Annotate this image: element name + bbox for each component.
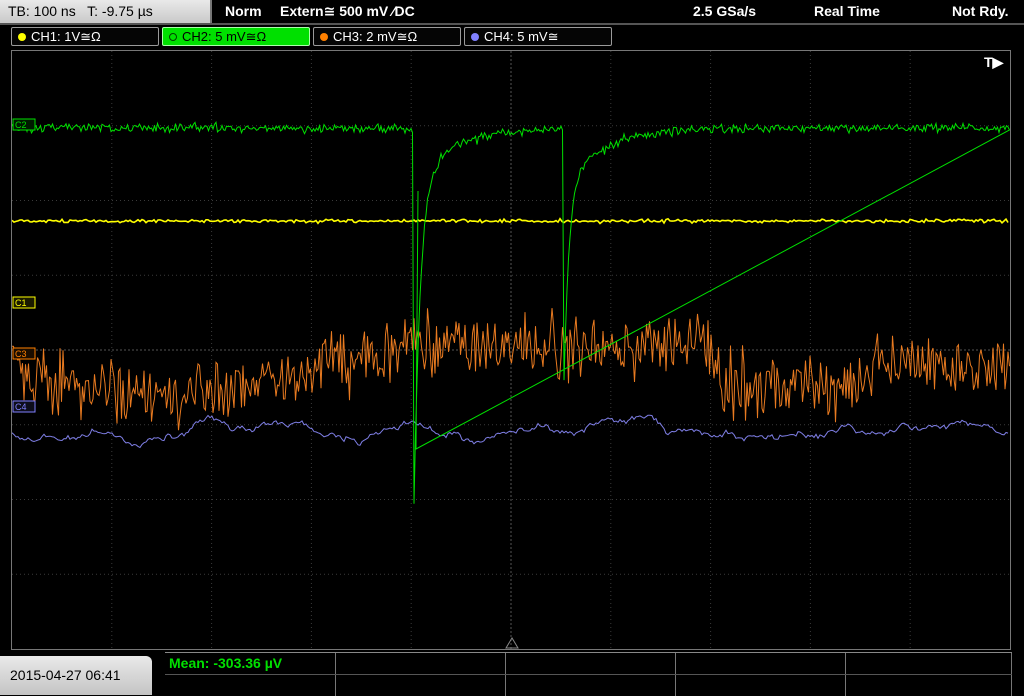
channel-2-marker-label: C2 — [15, 120, 27, 130]
channel-4-trace — [12, 414, 1009, 449]
channel-4-button[interactable]: CH4: 5 mV≅ — [464, 27, 612, 46]
channel-2-button[interactable]: CH2: 5 mV≅Ω — [162, 27, 310, 46]
channel-3-button[interactable]: CH3: 2 mV≅Ω — [313, 27, 461, 46]
acquisition-state: Not Rdy. — [952, 3, 1009, 19]
channel-1-marker-label: C1 — [15, 298, 27, 308]
date-time-display: 2015-04-27 06:41 — [0, 656, 152, 695]
channel-1-button[interactable]: CH1: 1V≅Ω — [11, 27, 159, 46]
channel-1-color-icon — [18, 32, 26, 41]
graticule-grid — [12, 51, 1010, 649]
channel-4-offset-marker[interactable]: C4 — [12, 400, 36, 413]
channel-bar: CH1: 1V≅Ω CH2: 5 mV≅Ω CH3: 2 mV≅Ω CH4: 5… — [0, 25, 1024, 49]
channel-2-offset-marker[interactable]: C2 — [12, 118, 36, 131]
channel-2-label: CH2: 5 mV≅Ω — [182, 29, 267, 44]
trigger-source[interactable]: Extern≅ 500 mV ∕DC — [280, 0, 415, 23]
channel-1-trace — [12, 217, 1009, 225]
channel-4-color-icon — [471, 32, 479, 41]
trigger-reference-icon — [505, 637, 519, 649]
channel-markers: T▶ C2 C1 C3 C4 — [12, 54, 1005, 649]
channel-3-offset-marker[interactable]: C3 — [12, 347, 36, 360]
channel-4-label: CH4: 5 mV≅ — [484, 29, 559, 44]
waveform-canvas: T▶ C2 C1 C3 C4 — [12, 51, 1010, 649]
acquisition-mode[interactable]: Real Time — [814, 0, 880, 23]
timebase-value: TB: 100 ns — [8, 3, 76, 19]
channel-3-color-icon — [320, 32, 328, 41]
waveform-display[interactable]: T▶ C2 C1 C3 C4 — [11, 50, 1011, 650]
date-time-value: 2015-04-27 06:41 — [10, 667, 121, 683]
measurement-panel: Mean: -303.36 µV — [165, 652, 1012, 696]
channel-4-marker-label: C4 — [15, 402, 27, 412]
trigger-position-marker: T▶ — [984, 54, 1005, 70]
channel-2-color-icon — [169, 32, 177, 41]
timebase-box[interactable]: TB: 100 ns T: -9.75 µs — [0, 0, 212, 23]
trigger-mode[interactable]: Norm — [225, 0, 262, 23]
sample-rate[interactable]: 2.5 GSa/s — [693, 0, 756, 23]
trigger-time-value: T: -9.75 µs — [87, 3, 153, 19]
channel-1-offset-marker[interactable]: C1 — [12, 296, 36, 309]
channel-3-marker-label: C3 — [15, 349, 27, 359]
status-bar: TB: 100 ns T: -9.75 µs Norm Extern≅ 500 … — [0, 0, 1024, 25]
channel-3-label: CH3: 2 mV≅Ω — [333, 29, 418, 44]
channel-1-label: CH1: 1V≅Ω — [31, 29, 101, 44]
measurement-mean-value: Mean: -303.36 µV — [169, 655, 283, 671]
measurement-row-divider — [165, 674, 1012, 675]
